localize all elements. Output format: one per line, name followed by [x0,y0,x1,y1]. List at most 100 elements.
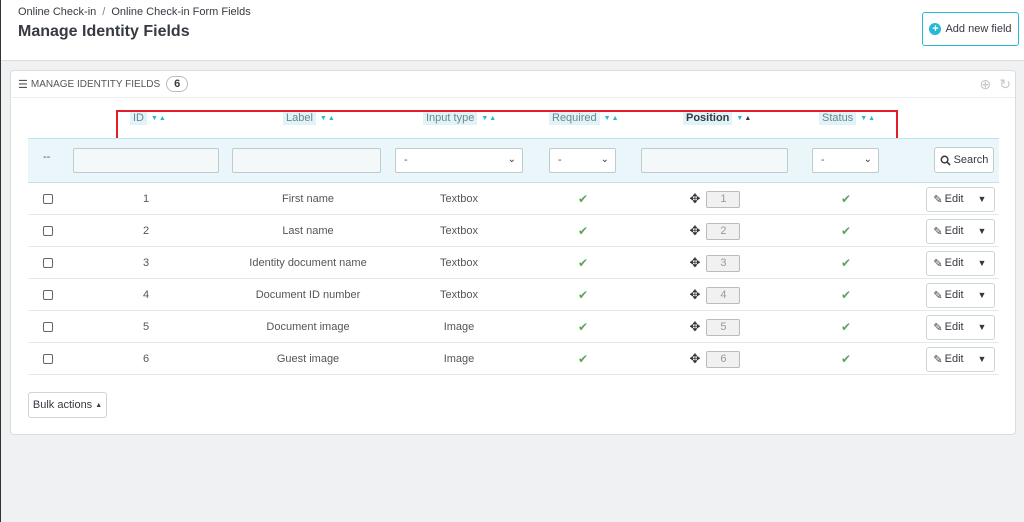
edit-button[interactable]: ✎ Edit [927,348,971,371]
status-check-icon[interactable]: ✔ [841,320,851,334]
pencil-icon: ✎ [933,225,943,238]
caret-down-icon[interactable]: ▼ [971,284,994,307]
edit-label: Edit [944,257,964,269]
required-check-icon[interactable]: ✔ [578,224,588,238]
pencil-icon: ✎ [933,353,943,366]
row-actions: ✎ Edit ▼ [925,186,995,212]
table-row[interactable]: 2 Last name Textbox ✔ ✥ 2 ✔ ✎ Edit ▼ [28,215,999,247]
caret-down-icon[interactable]: ▼ [971,316,994,339]
edit-button[interactable]: ✎ Edit [927,252,971,275]
breadcrumb-item-online-checkin[interactable]: Online Check-in [18,6,96,18]
caret-up-icon: ▲ [95,401,103,409]
status-check-icon[interactable]: ✔ [841,352,851,366]
row-actions: ✎ Edit ▼ [925,346,995,372]
bulk-actions-button[interactable]: Bulk actions ▲ [28,392,107,418]
drag-handle-icon[interactable]: ✥ [690,287,701,303]
caret-down-icon[interactable]: ▼ [971,188,994,211]
search-label: Search [953,154,989,166]
caret-down-icon[interactable]: ▼ [971,220,994,243]
row-checkbox[interactable] [43,258,53,268]
breadcrumb-item-form-fields[interactable]: Online Check-in Form Fields [111,6,250,18]
edit-label: Edit [944,321,964,333]
filter-input-type-select[interactable]: - ⌄ [395,148,523,173]
caret-down-icon[interactable]: ▼ [971,252,994,275]
filter-required-select[interactable]: - ⌄ [549,148,616,173]
page-header: Online Check-in / Online Check-in Form Fie… [1,0,1024,61]
row-label: Guest image [276,353,340,365]
status-check-icon[interactable]: ✔ [841,256,851,270]
filter-position-input[interactable] [641,148,788,173]
add-new-field-button[interactable]: + Add new field [922,12,1019,46]
table-row[interactable]: 3 Identity document name Textbox ✔ ✥ 3 ✔ … [28,247,999,279]
row-checkbox[interactable] [43,226,53,236]
row-label: Identity document name [249,257,367,269]
pencil-icon: ✎ [933,193,943,206]
row-id: 6 [142,353,150,365]
drag-handle-icon[interactable]: ✥ [690,319,701,335]
drag-handle-icon[interactable]: ✥ [690,255,701,271]
drag-handle-icon[interactable]: ✥ [690,351,701,367]
position-value: 1 [706,190,741,208]
row-id: 2 [142,225,150,237]
table-row[interactable]: 6 Guest image Image ✔ ✥ 6 ✔ ✎ Edit ▼ [28,343,999,375]
chevron-down-icon: ⌄ [600,154,609,165]
position-value: 6 [706,350,741,368]
row-input-type: Image [443,353,475,365]
list-icon: ☰ [18,78,28,91]
edit-button[interactable]: ✎ Edit [927,188,971,211]
filter-input-type-value: - [404,154,408,166]
drag-handle-icon[interactable]: ✥ [690,223,701,239]
required-check-icon[interactable]: ✔ [578,192,588,206]
edit-button[interactable]: ✎ Edit [927,316,971,339]
position-value: 2 [706,222,741,240]
required-check-icon[interactable]: ✔ [578,352,588,366]
required-check-icon[interactable]: ✔ [578,256,588,270]
status-check-icon[interactable]: ✔ [841,288,851,302]
refresh-icon[interactable]: ↻ [999,77,1011,91]
row-input-type: Textbox [440,289,478,301]
pencil-icon: ✎ [933,321,943,334]
filter-id-input[interactable] [73,148,219,173]
edit-label: Edit [944,225,964,237]
row-input-type: Textbox [440,257,478,269]
identity-fields-panel: ☰ MANAGE IDENTITY FIELDS 6 ⊕ ↻ ID ▼▲ Lab… [10,70,1016,435]
bulk-actions-label: Bulk actions [32,399,93,411]
panel-heading: ☰ MANAGE IDENTITY FIELDS 6 ⊕ ↻ [11,71,1015,98]
edit-button[interactable]: ✎ Edit [927,220,971,243]
search-button[interactable]: Search [934,147,994,173]
row-input-type: Image [443,321,475,333]
row-label: First name [282,193,334,205]
breadcrumb-separator: / [102,6,106,18]
row-actions: ✎ Edit ▼ [925,218,995,244]
table-row[interactable]: 4 Document ID number Textbox ✔ ✥ 4 ✔ ✎ Edi… [28,279,999,311]
caret-down-icon[interactable]: ▼ [971,348,994,371]
row-checkbox[interactable] [43,322,53,332]
edit-label: Edit [944,353,964,365]
row-label: Document image [266,321,350,333]
add-circle-icon[interactable]: ⊕ [980,77,992,91]
row-id: 4 [142,289,150,301]
row-label: Last name [282,225,334,237]
table-row[interactable]: 1 First name Textbox ✔ ✥ 1 ✔ ✎ Edit ▼ [28,183,999,215]
panel-tools: ⊕ ↻ [980,77,1011,91]
breadcrumb: Online Check-in / Online Check-in Form Fie… [18,6,251,18]
edit-button[interactable]: ✎ Edit [927,284,971,307]
row-actions: ✎ Edit ▼ [925,314,995,340]
filter-label-input[interactable] [232,148,381,173]
status-check-icon[interactable]: ✔ [841,192,851,206]
row-checkbox[interactable] [43,354,53,364]
status-check-icon[interactable]: ✔ [841,224,851,238]
required-check-icon[interactable]: ✔ [578,320,588,334]
chevron-down-icon: ⌄ [863,154,872,165]
row-actions: ✎ Edit ▼ [925,282,995,308]
filter-row: -- - ⌄ - ⌄ - ⌄ Search [28,138,999,183]
required-check-icon[interactable]: ✔ [578,288,588,302]
filter-checkbox-placeholder: -- [43,151,51,163]
filter-status-select[interactable]: - ⌄ [812,148,879,173]
table-row[interactable]: 5 Document image Image ✔ ✥ 5 ✔ ✎ Edit ▼ [28,311,999,343]
row-input-type: Textbox [440,225,478,237]
row-checkbox[interactable] [43,290,53,300]
drag-handle-icon[interactable]: ✥ [690,191,701,207]
row-id: 5 [142,321,150,333]
row-checkbox[interactable] [43,194,53,204]
